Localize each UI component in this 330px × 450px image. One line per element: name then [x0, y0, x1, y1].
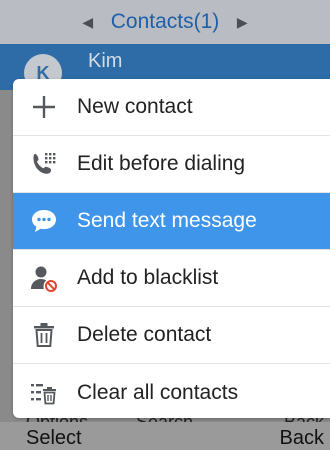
softkey-bar: Select Back: [0, 422, 330, 450]
page-title: Contacts(1): [110, 10, 220, 33]
options-menu: New contact Edit before dialing Send tex…: [13, 79, 330, 418]
menu-item-label: Clear all contacts: [77, 380, 239, 404]
list-trash-icon: [30, 379, 58, 407]
triangle-right-icon[interactable]: ▶: [227, 14, 257, 31]
menu-item-label: New contact: [77, 95, 193, 118]
contact-name: Kim: [88, 50, 123, 72]
person-blocked-icon: [30, 264, 58, 292]
trash-icon: [30, 321, 58, 349]
menu-item-label: Send text message: [77, 209, 257, 232]
menu-item-clear-all-contacts[interactable]: Clear all contacts: [13, 364, 330, 418]
menu-item-label: Edit before dialing: [77, 152, 246, 175]
triangle-left-icon[interactable]: ◀: [73, 14, 103, 31]
menu-item-label: Add to blacklist: [77, 266, 219, 289]
phone-keypad-icon: [30, 150, 58, 178]
menu-item-add-to-blacklist[interactable]: Add to blacklist: [13, 250, 330, 307]
menu-item-send-text-message[interactable]: Send text message: [13, 193, 330, 250]
back-softkey[interactable]: Back: [280, 427, 324, 450]
select-softkey[interactable]: Select: [26, 427, 82, 450]
menu-item-new-contact[interactable]: New contact: [13, 79, 330, 136]
title-bar: ◀ Contacts(1) ▶: [0, 0, 330, 44]
menu-item-edit-before-dialing[interactable]: Edit before dialing: [13, 136, 330, 193]
menu-item-delete-contact[interactable]: Delete contact: [13, 307, 330, 364]
plus-icon: [30, 93, 58, 121]
message-bubble-icon: [30, 207, 58, 235]
menu-item-label: Delete contact: [77, 323, 212, 346]
